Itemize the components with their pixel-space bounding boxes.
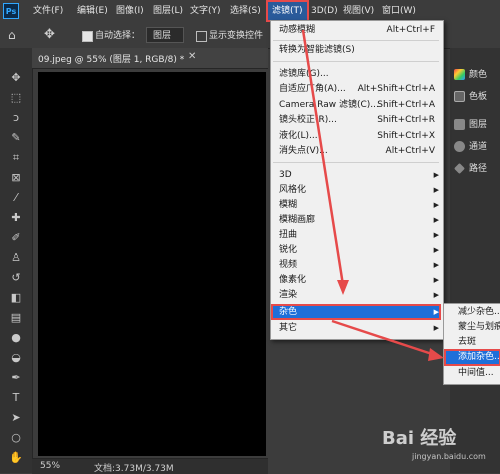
baidu-watermark: Bai 经验 [382, 428, 457, 449]
arrow-noise-to-add-noise [331, 319, 436, 357]
arrowhead [337, 280, 349, 295]
annotation-arrows [301, 29, 444, 361]
arrowhead [428, 348, 444, 361]
watermark-url: jingyan.baidu.com [412, 452, 486, 461]
arrow-filter-to-noise [301, 29, 345, 286]
